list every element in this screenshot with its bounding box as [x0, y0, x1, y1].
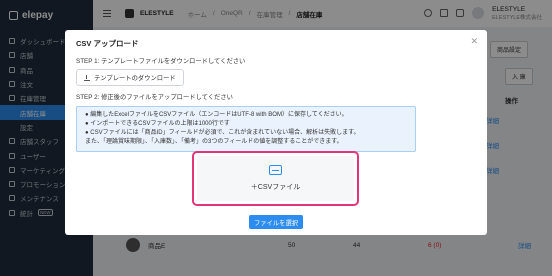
download-icon — [84, 74, 90, 81]
dialog-title: CSV アップロード — [76, 39, 139, 48]
info-box: ● 編集したExcelファイルをCSVファイル（エンコードはUTF-8 with… — [76, 106, 416, 152]
drop-label: ＋CSVファイル — [250, 184, 301, 191]
step2-text: STEP 2: 修正後のファイルをアップロードしてください — [76, 94, 233, 101]
download-template-button[interactable]: テンプレートのダウンロード — [76, 69, 184, 86]
close-icon[interactable]: ✕ — [470, 36, 478, 47]
select-file-button[interactable]: ファイルを選択 — [249, 215, 303, 229]
csv-drop-zone[interactable]: ＋CSVファイル — [192, 151, 359, 206]
step1-text: STEP 1: テンプレートファイルをダウンロードしてください — [76, 58, 246, 65]
csv-upload-dialog: CSV アップロード ✕ STEP 1: テンプレートファイルをダウンロードして… — [65, 30, 487, 235]
inbox-icon — [269, 165, 282, 175]
